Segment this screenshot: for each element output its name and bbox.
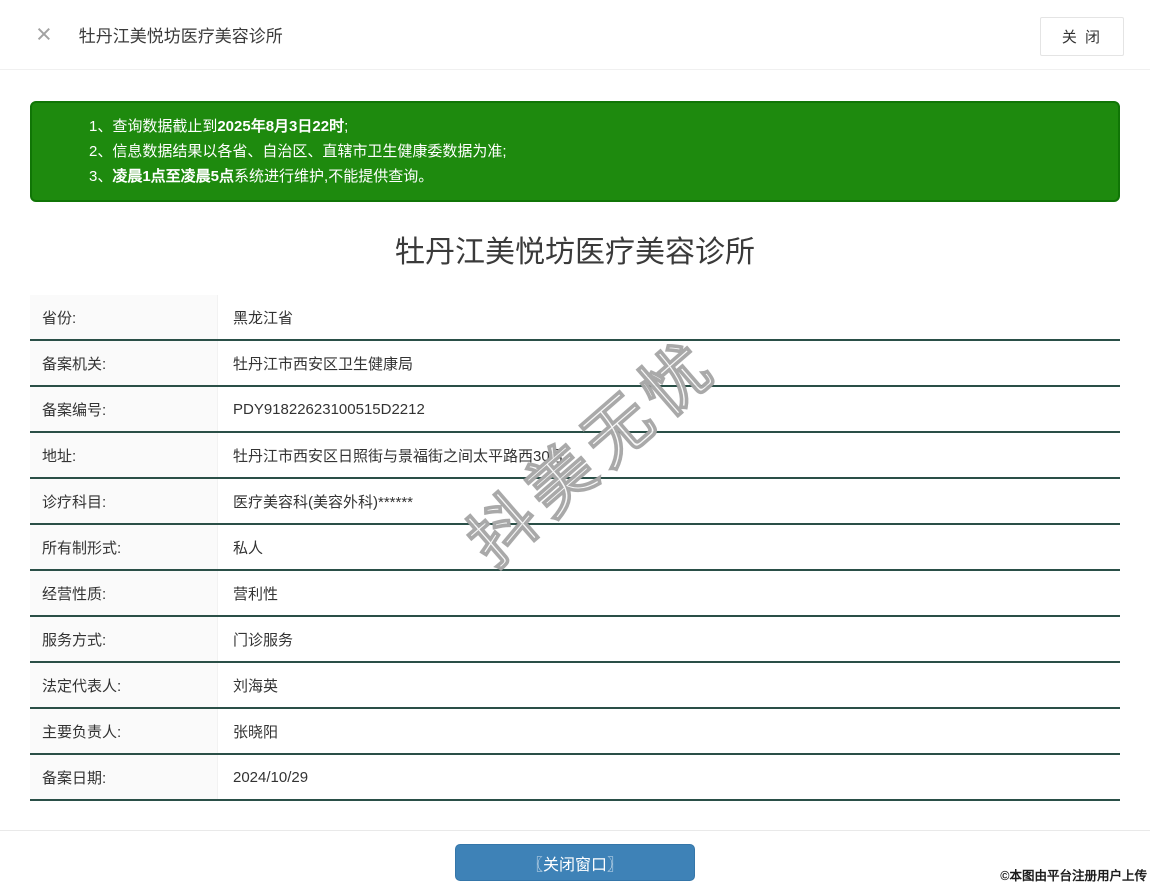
row-value: 牡丹江市西安区日照街与景福街之间太平路西30号 bbox=[233, 447, 565, 465]
table-row: 诊疗科目: 医疗美容科(美容外科)****** bbox=[30, 479, 1120, 525]
footer: 〖关闭窗口〗 bbox=[0, 831, 1150, 881]
table-row: 经营性质: 营利性 bbox=[30, 571, 1120, 617]
notice-line: 2、信息数据结果以各省、自治区、直辖市卫生健康委数据为准; bbox=[89, 143, 507, 160]
window-titlebar: × 牡丹江美悦坊医疗美容诊所 关 闭 bbox=[0, 0, 1150, 70]
row-label: 服务方式: bbox=[30, 617, 218, 661]
row-label: 备案编号: bbox=[30, 387, 218, 431]
row-value: 医疗美容科(美容外科)****** bbox=[233, 493, 414, 511]
close-button[interactable]: 关 闭 bbox=[1039, 17, 1124, 56]
notice-list: 1、查询数据截止到2025年8月3日22时; 2、信息数据结果以各省、自治区、直辖… bbox=[89, 114, 1098, 189]
row-label: 经营性质: bbox=[30, 571, 218, 615]
notice-banner: 1、查询数据截止到2025年8月3日22时; 2、信息数据结果以各省、自治区、直辖… bbox=[30, 101, 1120, 202]
row-value: 营利性 bbox=[233, 585, 279, 603]
table-row: 省份: 黑龙江省 bbox=[30, 295, 1120, 341]
row-value: 门诊服务 bbox=[233, 631, 294, 649]
row-label: 备案日期: bbox=[30, 755, 218, 799]
row-label: 主要负责人: bbox=[30, 709, 218, 753]
row-value: 私人 bbox=[233, 539, 264, 557]
table-row: 备案机关: 牡丹江市西安区卫生健康局 bbox=[30, 341, 1120, 387]
row-value: 牡丹江市西安区卫生健康局 bbox=[233, 355, 414, 373]
window-title: 牡丹江美悦坊医疗美容诊所 bbox=[78, 27, 283, 46]
table-row: 主要负责人: 张晓阳 bbox=[30, 709, 1120, 755]
row-value: 2024/10/29 bbox=[233, 768, 309, 786]
notice-line: 3、凌晨1点至凌晨5点系统进行维护,不能提供查询。 bbox=[89, 168, 434, 185]
row-label: 诊疗科目: bbox=[30, 479, 218, 523]
table-row: 地址: 牡丹江市西安区日照街与景福街之间太平路西30号 bbox=[30, 433, 1120, 479]
page-title: 牡丹江美悦坊医疗美容诊所 bbox=[395, 236, 755, 269]
row-label: 备案机关: bbox=[30, 341, 218, 385]
copyright-watermark: ©本图由平台注册用户上传 bbox=[1000, 869, 1147, 883]
row-value: 黑龙江省 bbox=[233, 309, 294, 327]
notice-line: 1、查询数据截止到2025年8月3日22时; bbox=[89, 118, 349, 135]
row-label: 地址: bbox=[30, 433, 218, 477]
table-row: 备案编号: PDY91822623100515D2212 bbox=[30, 387, 1120, 433]
close-icon[interactable]: × bbox=[36, 21, 52, 48]
row-label: 所有制形式: bbox=[30, 525, 218, 569]
row-value: 张晓阳 bbox=[233, 723, 279, 741]
row-value: PDY91822623100515D2212 bbox=[233, 400, 425, 418]
info-table: 省份: 黑龙江省 备案机关: 牡丹江市西安区卫生健康局 备案编号: PDY91822623… bbox=[30, 295, 1120, 801]
row-value: 刘海英 bbox=[233, 677, 279, 695]
table-row: 所有制形式: 私人 bbox=[30, 525, 1120, 571]
close-window-button[interactable]: 〖关闭窗口〗 bbox=[455, 844, 695, 881]
table-row: 备案日期: 2024/10/29 bbox=[30, 755, 1120, 801]
row-label: 法定代表人: bbox=[30, 663, 218, 707]
row-label: 省份: bbox=[30, 295, 218, 339]
table-row: 服务方式: 门诊服务 bbox=[30, 617, 1120, 663]
table-row: 法定代表人: 刘海英 bbox=[30, 663, 1120, 709]
